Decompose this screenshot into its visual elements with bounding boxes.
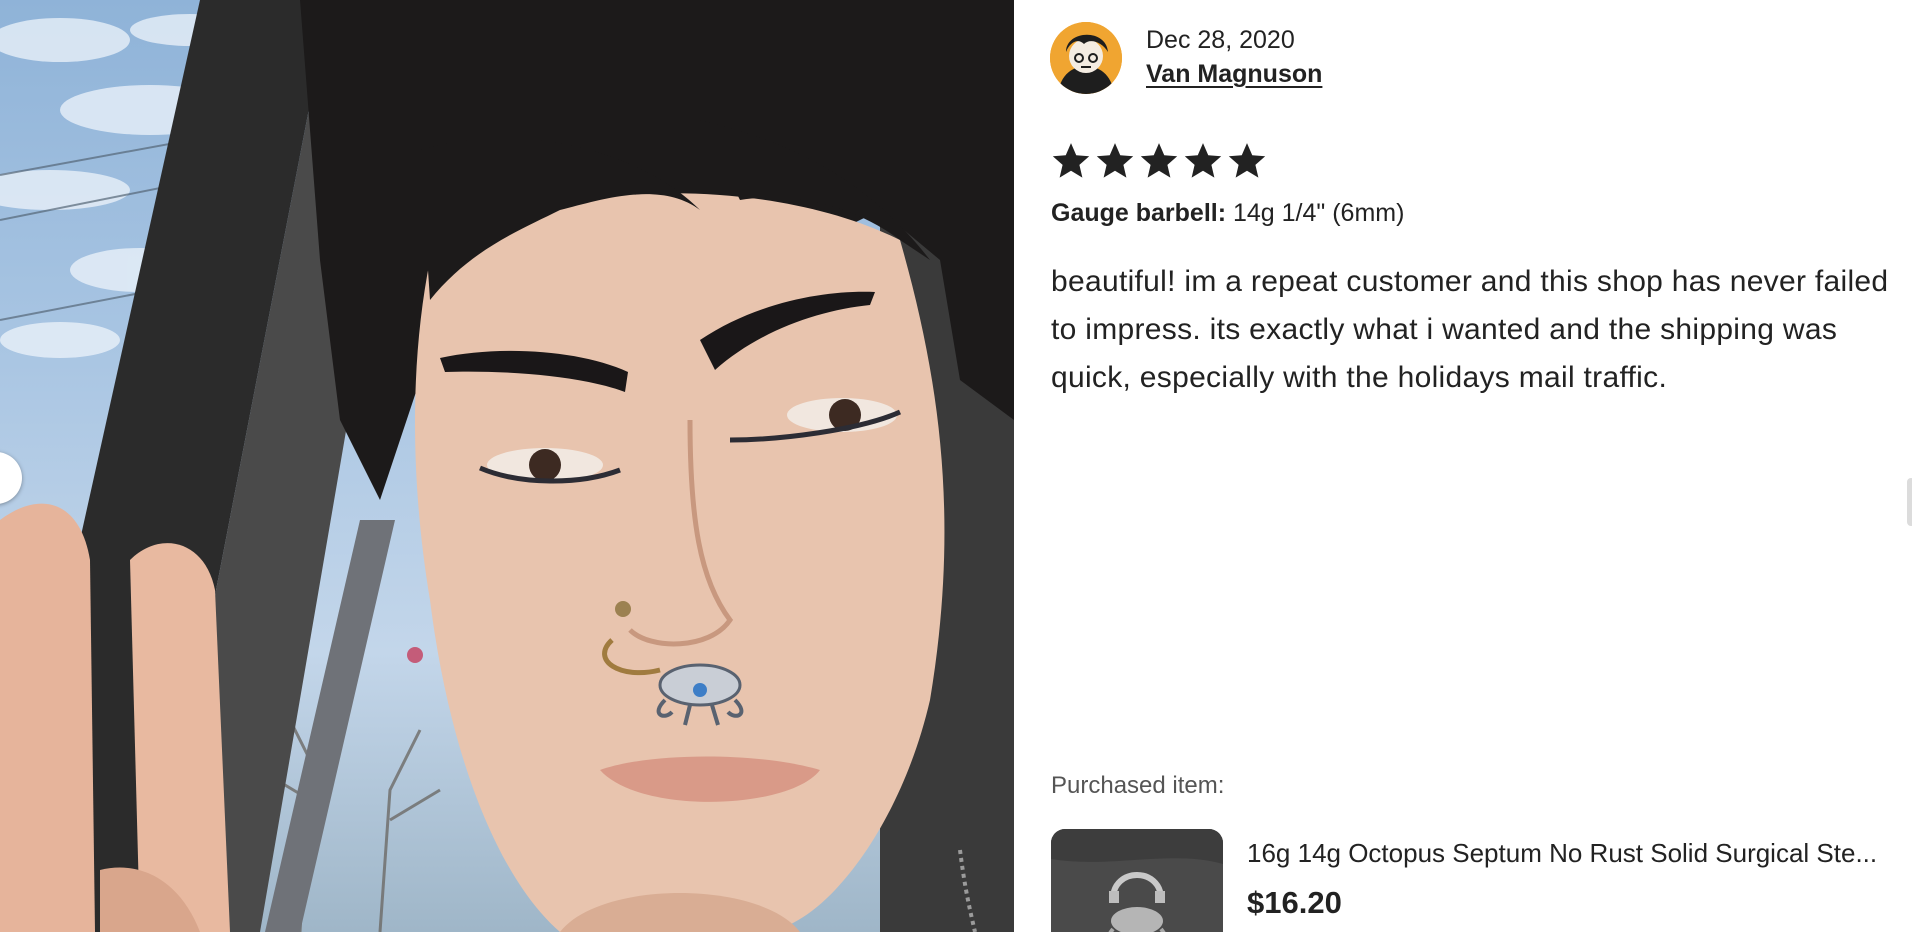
star-icon [1140, 143, 1178, 178]
star-rating [1050, 140, 1268, 184]
review-detail-panel: Dec 28, 2020 Van Magnuson Gauge barbell:… [1014, 0, 1912, 932]
review-text: beautiful! im a repeat customer and this… [1051, 265, 1889, 394]
review-photo-image [0, 0, 1014, 932]
purchased-item-title[interactable]: 16g 14g Octopus Septum No Rust Solid Sur… [1247, 838, 1907, 869]
purchased-item-image [1051, 829, 1223, 932]
purchased-item-label: Purchased item: [1051, 772, 1225, 799]
purchased-item-price: $16.20 [1247, 885, 1342, 920]
star-icon [1096, 143, 1134, 178]
variation-value: 14g 1/4" (6mm) [1226, 199, 1405, 227]
star-icon [1184, 143, 1222, 178]
star-icon [1228, 143, 1266, 178]
review-date: Dec 28, 2020 [1146, 26, 1295, 54]
purchased-item-thumbnail[interactable] [1051, 829, 1223, 932]
scroll-handle[interactable] [1907, 478, 1912, 526]
variation-info: Gauge barbell: 14g 1/4" (6mm) [1051, 199, 1404, 228]
reviewer-name-link[interactable]: Van Magnuson [1146, 60, 1322, 89]
variation-label: Gauge barbell: [1051, 199, 1227, 227]
avatar[interactable] [1050, 22, 1122, 94]
star-icon [1052, 143, 1090, 178]
review-photo[interactable] [0, 0, 1014, 932]
avatar-image [1050, 22, 1122, 94]
